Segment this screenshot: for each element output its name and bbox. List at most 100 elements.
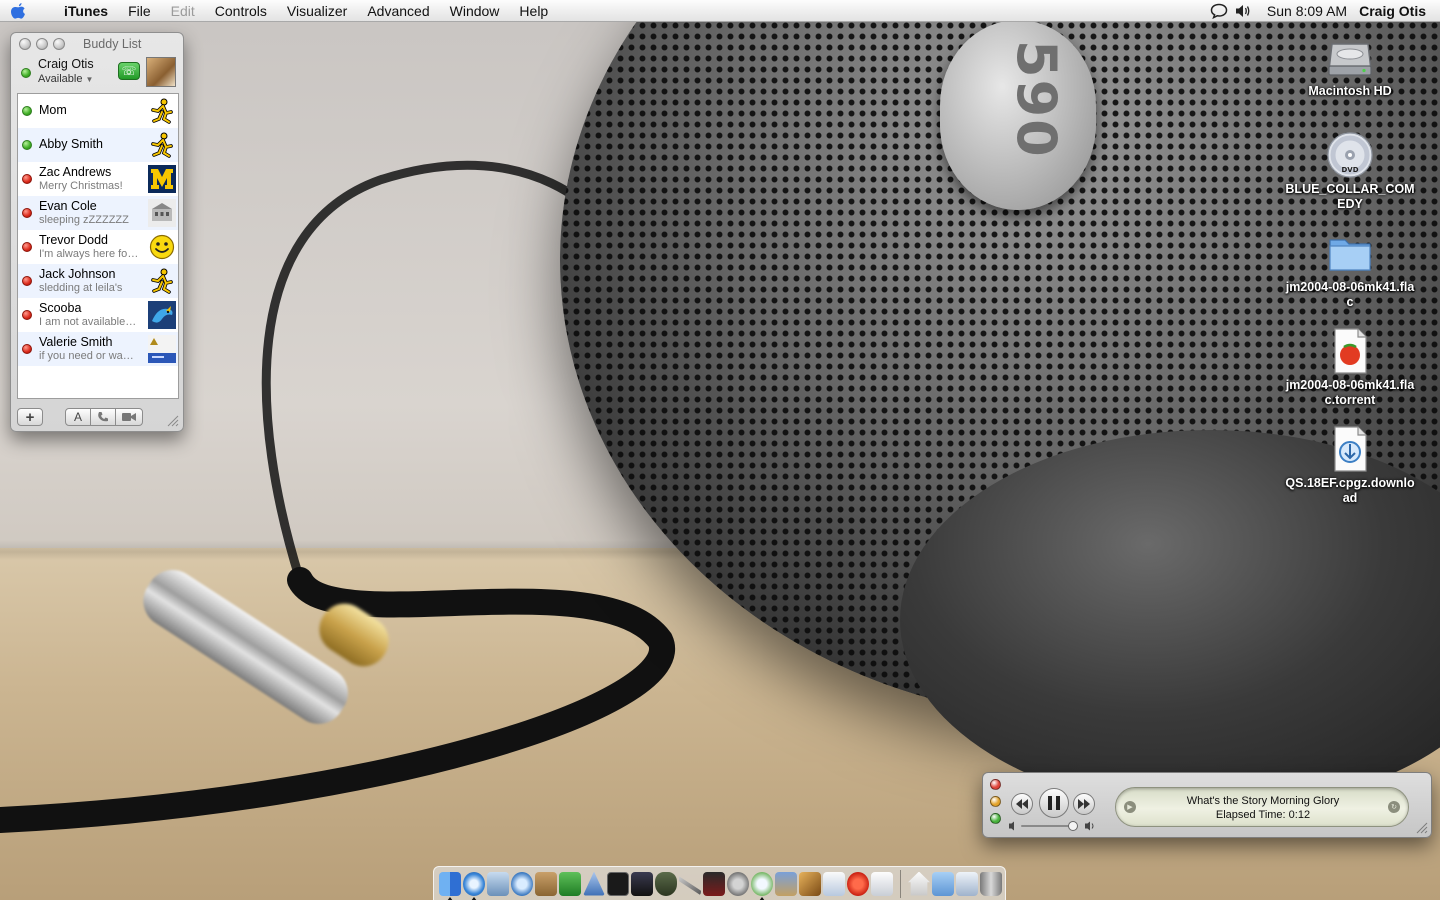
audio-chat-button[interactable] bbox=[90, 408, 116, 426]
desktop-icon-label: BLUE_COLLAR_COMEDY bbox=[1285, 182, 1415, 211]
buddy-row-abby-smith[interactable]: Abby Smith bbox=[18, 128, 178, 162]
dock-separator bbox=[900, 869, 901, 898]
shield-icon[interactable] bbox=[655, 871, 677, 896]
rewind-icon bbox=[1016, 799, 1028, 809]
apple-menu-icon[interactable] bbox=[0, 0, 36, 22]
desktop-icon-label: jm2004-08-06mk41.flac bbox=[1285, 280, 1415, 309]
buddy-list-titlebar[interactable]: Buddy List bbox=[11, 33, 183, 55]
text-chat-button[interactable]: A bbox=[65, 408, 91, 426]
my-status-dot bbox=[21, 68, 31, 78]
ical-icon[interactable] bbox=[559, 871, 581, 896]
buddy-row-zac-andrews[interactable]: Zac Andrews Merry Christmas! bbox=[18, 162, 178, 196]
buddy-list-window: Buddy List Craig Otis Available ▼ ☏ Mom … bbox=[10, 32, 184, 432]
buddy-row-scooba[interactable]: Scooba I am not available right now bbox=[18, 298, 178, 332]
preview-image-icon[interactable] bbox=[871, 871, 893, 896]
menu-bar: iTunes File Edit Controls Visualizer Adv… bbox=[0, 0, 1440, 22]
scissors-icon[interactable] bbox=[679, 876, 701, 896]
menu-edit[interactable]: Edit bbox=[161, 0, 205, 22]
army-icon[interactable] bbox=[703, 871, 725, 896]
my-status-area: Craig Otis Available ▼ ☏ bbox=[11, 55, 183, 91]
close-button[interactable] bbox=[19, 38, 31, 50]
buddy-message: I'm always here for you bbox=[39, 248, 139, 260]
snapback-icon[interactable]: ↻ bbox=[1388, 801, 1400, 813]
phone-icon[interactable]: ☏ bbox=[118, 62, 140, 80]
volume-slider[interactable] bbox=[1009, 819, 1097, 833]
tomato-icon[interactable] bbox=[847, 871, 869, 896]
home-folder-icon[interactable] bbox=[908, 871, 930, 896]
buddy-row-mom[interactable]: Mom bbox=[18, 94, 178, 128]
mail-icon[interactable] bbox=[487, 871, 509, 896]
garageband-icon[interactable] bbox=[799, 871, 821, 896]
my-status-menu[interactable]: Available ▼ bbox=[38, 73, 93, 85]
buddy-name: Zac Andrews bbox=[39, 165, 112, 179]
menu-clock[interactable]: Sun 8:09 AM bbox=[1255, 3, 1355, 19]
minimize-button[interactable] bbox=[990, 796, 1001, 807]
desktop-icon-download-file[interactable]: QS.18EF.cpgz.download bbox=[1280, 424, 1420, 506]
video-chat-button[interactable] bbox=[115, 408, 143, 426]
preview-icon[interactable] bbox=[583, 871, 605, 896]
menu-extras: Sun 8:09 AM Craig Otis bbox=[1207, 0, 1440, 22]
buddy-row-jack-johnson[interactable]: Jack Johnson sledding at leila's bbox=[18, 264, 178, 298]
now-playing-title: What's the Story Morning Glory bbox=[1186, 795, 1340, 807]
buddy-message: sledding at leila's bbox=[39, 282, 123, 294]
address-book-icon[interactable] bbox=[535, 871, 557, 896]
menu-help[interactable]: Help bbox=[509, 0, 558, 22]
menu-visualizer[interactable]: Visualizer bbox=[277, 0, 357, 22]
resize-grip-icon[interactable] bbox=[1414, 820, 1428, 834]
menu-controls[interactable]: Controls bbox=[205, 0, 277, 22]
dvd-icon: DVD bbox=[1325, 130, 1375, 180]
itunes-mini-player: ▶ What's the Story Morning Glory Elapsed… bbox=[982, 772, 1432, 838]
next-track-button[interactable] bbox=[1073, 793, 1095, 815]
zoom-button[interactable] bbox=[53, 38, 65, 50]
menu-advanced[interactable]: Advanced bbox=[357, 0, 439, 22]
pause-button[interactable] bbox=[1039, 788, 1069, 818]
system-preferences-icon[interactable] bbox=[727, 871, 749, 896]
pause-icon bbox=[1048, 796, 1060, 810]
buddy-list[interactable]: Mom Abby Smith Zac Andrews Merry Christm… bbox=[17, 93, 179, 399]
ichat-bubble-icon[interactable] bbox=[1207, 0, 1231, 22]
buddy-name: Scooba bbox=[39, 301, 82, 315]
my-avatar[interactable] bbox=[146, 57, 176, 87]
terminal-icon[interactable] bbox=[607, 871, 629, 896]
minimize-button[interactable] bbox=[36, 38, 48, 50]
buddy-name: Evan Cole bbox=[39, 199, 97, 213]
mail-downloads-icon[interactable] bbox=[956, 871, 978, 896]
sherlock-icon[interactable] bbox=[511, 871, 533, 896]
buddy-row-valerie-smith[interactable]: Valerie Smith if you need or want me bbox=[18, 332, 178, 366]
previous-track-button[interactable] bbox=[1011, 793, 1033, 815]
buddy-list-toolbar: + A bbox=[15, 405, 181, 429]
desktop-icon-torrent-file[interactable]: jm2004-08-06mk41.flac.torrent bbox=[1280, 326, 1420, 408]
activity-monitor-icon[interactable] bbox=[631, 871, 653, 896]
buddy-message: Merry Christmas! bbox=[39, 180, 123, 192]
phone-icon bbox=[98, 412, 108, 422]
zoom-button[interactable] bbox=[990, 813, 1001, 824]
add-buddy-button[interactable]: + bbox=[17, 408, 43, 426]
documents-folder-icon[interactable] bbox=[932, 871, 954, 896]
running-indicator bbox=[447, 896, 453, 900]
status-dot-away bbox=[22, 344, 32, 354]
buddy-name: Trevor Dodd bbox=[39, 233, 109, 247]
desktop-icon-dvd[interactable]: DVD BLUE_COLLAR_COMEDY bbox=[1280, 130, 1420, 212]
desktop[interactable]: 590 bbox=[0, 0, 1440, 900]
chevron-down-icon: ▼ bbox=[85, 75, 94, 84]
buddy-row-trevor-dodd[interactable]: Trevor Dodd I'm always here for you bbox=[18, 230, 178, 264]
close-button[interactable] bbox=[990, 779, 1001, 790]
safari-icon[interactable] bbox=[463, 871, 485, 900]
menu-app-itunes[interactable]: iTunes bbox=[54, 0, 118, 22]
desktop-icon-macintosh-hd[interactable]: Macintosh HD bbox=[1280, 32, 1420, 99]
buddy-name: Valerie Smith bbox=[39, 335, 113, 349]
menu-user-name[interactable]: Craig Otis bbox=[1355, 3, 1440, 19]
desktop-icon-flac-folder[interactable]: jm2004-08-06mk41.flac bbox=[1280, 228, 1420, 310]
resize-grip-icon[interactable] bbox=[165, 413, 179, 427]
itunes-icon[interactable] bbox=[751, 871, 773, 900]
buddy-row-evan-cole[interactable]: Evan Cole sleeping zZZZZZZ bbox=[18, 196, 178, 230]
menu-window[interactable]: Window bbox=[440, 0, 510, 22]
iphoto-icon[interactable] bbox=[775, 871, 797, 896]
trash-icon[interactable] bbox=[980, 871, 1002, 896]
volume-icon[interactable] bbox=[1231, 0, 1255, 22]
text-edit-icon[interactable] bbox=[823, 871, 845, 896]
finder-icon[interactable] bbox=[439, 871, 461, 900]
itunes-lcd-display[interactable]: ▶ What's the Story Morning Glory Elapsed… bbox=[1115, 787, 1409, 827]
menu-file[interactable]: File bbox=[118, 0, 161, 22]
running-indicator bbox=[471, 896, 477, 900]
